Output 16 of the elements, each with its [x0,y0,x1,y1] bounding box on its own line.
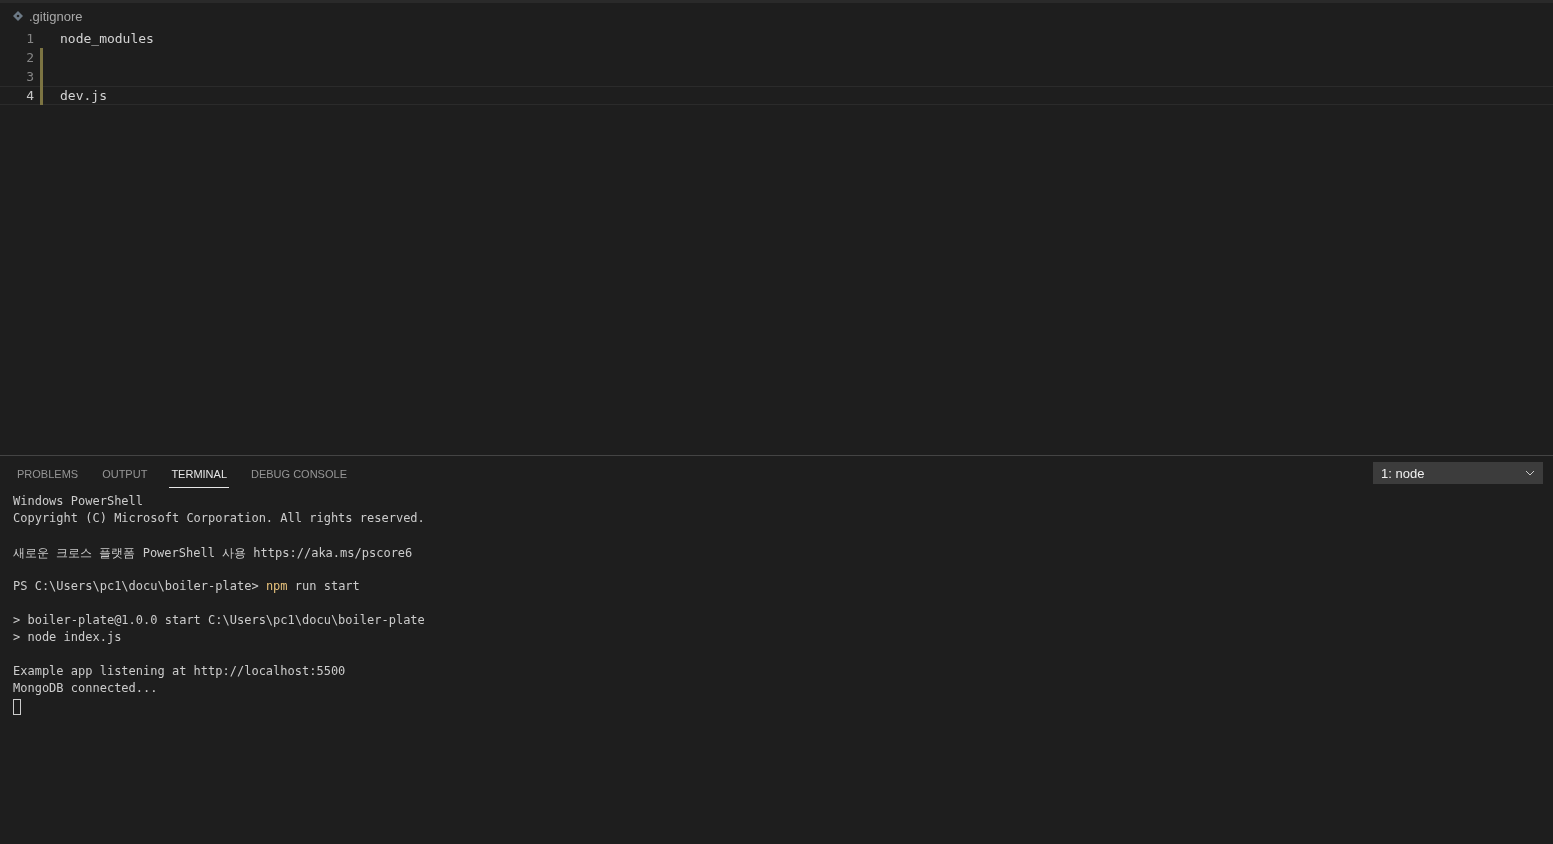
line-number: 1 [25,31,34,46]
line-number: 2 [25,50,34,65]
chevron-down-icon [1525,470,1535,476]
code-line: dev.js [60,88,107,103]
line-number: 4 [25,88,34,103]
terminal-select[interactable]: 1: node [1373,462,1543,484]
panel-tab[interactable]: TERMINAL [169,462,229,488]
panel-tab[interactable]: PROBLEMS [15,462,81,488]
panel-tab[interactable]: DEBUG CONSOLE [249,462,349,488]
breadcrumb-file[interactable]: .gitignore [29,8,83,24]
terminal-cursor [13,699,21,715]
code-line: node_modules [60,31,154,46]
file-icon [13,11,23,21]
terminal-output: Windows PowerShell Copyright (C) Microsoft Corporation. All rights reserved. 새로운 크로스 플랫폼 PowerShell 사용 https://aka.ms/pscore6 PS C:\Users\pc1\docu\boiler-plate> npm run start > boiler-plate@1.0.0 start C:\Users\pc1\docu\boiler-plate > node index.js Example app listening at http://localhost:5500 MongoDB connected... [0,490,1553,719]
line-number: 3 [25,69,34,84]
panel-tab[interactable]: OUTPUT [100,462,150,488]
